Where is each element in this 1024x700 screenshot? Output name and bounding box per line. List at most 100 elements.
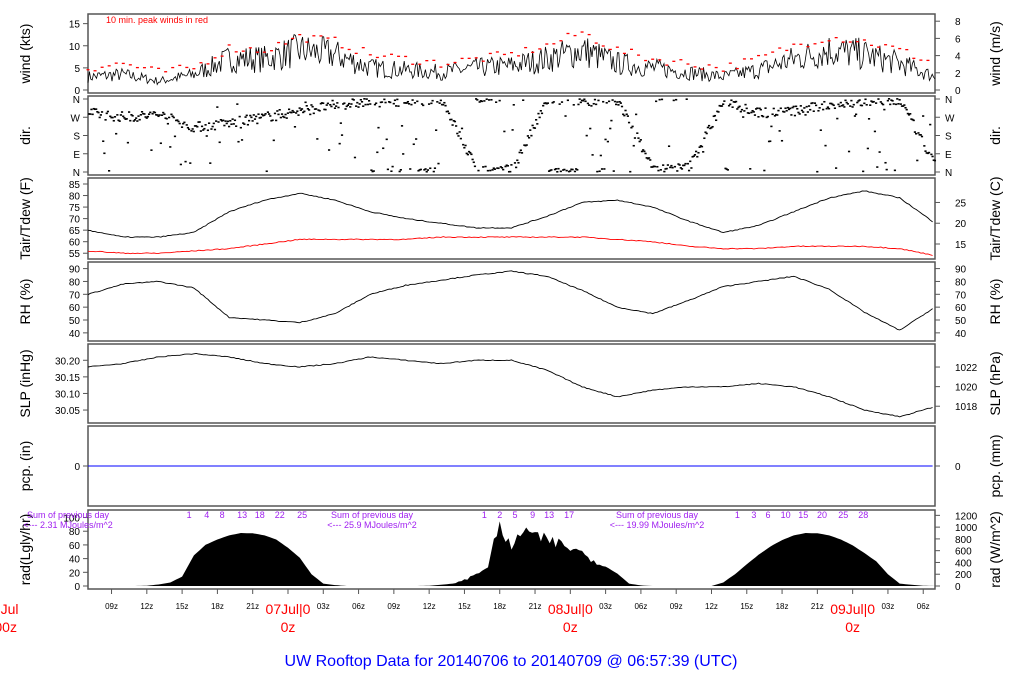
direction-point — [706, 126, 709, 129]
direction-point — [396, 98, 399, 101]
direction-point — [329, 103, 332, 106]
direction-point — [697, 151, 700, 154]
chart-title: UW Rooftop Data for 20140706 to 20140709… — [285, 653, 738, 670]
direction-point — [457, 135, 460, 137]
direction-point — [558, 103, 561, 105]
direction-point — [804, 114, 807, 116]
direction-point — [259, 116, 262, 119]
direction-point — [160, 114, 164, 117]
direction-point — [232, 123, 235, 125]
direction-point — [196, 125, 199, 128]
direction-point — [284, 113, 287, 116]
direction-point — [537, 112, 540, 115]
direction-point — [442, 103, 445, 106]
direction-point — [897, 103, 900, 105]
direction-point — [102, 140, 105, 143]
time-label: 12z — [423, 602, 436, 611]
time-label: 03z — [599, 602, 612, 611]
direction-point — [172, 116, 175, 119]
time-label: 09z — [105, 602, 118, 611]
direction-point — [823, 100, 826, 103]
direction-point — [107, 170, 111, 172]
direction-point — [322, 102, 325, 105]
direction-point — [295, 112, 298, 114]
direction-point — [510, 164, 513, 166]
direction-point — [759, 108, 762, 111]
direction-point — [623, 114, 626, 117]
direction-point — [362, 105, 365, 107]
direction-point — [847, 150, 851, 153]
direction-point — [491, 169, 494, 171]
direction-point — [872, 100, 875, 103]
direction-point — [276, 110, 279, 112]
direction-point — [217, 121, 220, 123]
rh-tick-label-right: 50 — [955, 316, 967, 327]
direction-point — [300, 108, 304, 110]
direction-point — [693, 154, 697, 156]
direction-point — [557, 167, 560, 170]
direction-point — [136, 120, 139, 122]
direction-point — [692, 155, 695, 158]
direction-point — [200, 125, 204, 128]
direction-point — [930, 153, 933, 156]
direction-point — [476, 99, 479, 101]
time-label: 06z — [634, 602, 647, 611]
direction-point — [889, 103, 892, 106]
direction-point — [389, 101, 392, 104]
direction-point — [416, 100, 419, 103]
direction-point — [486, 169, 489, 172]
direction-point — [349, 106, 352, 108]
direction-point — [395, 105, 398, 107]
rh-ylabel-right: RH (%) — [987, 279, 1003, 325]
direction-point — [802, 111, 805, 113]
direction-point — [279, 116, 282, 119]
wind-tick-label: 15 — [69, 20, 81, 31]
direction-point — [577, 103, 580, 106]
direction-point — [616, 101, 619, 103]
direction-point — [550, 169, 553, 171]
rh-tick-label: 60 — [69, 303, 81, 314]
direction-point — [90, 108, 93, 111]
direction-point — [683, 164, 686, 167]
direction-point — [335, 105, 338, 107]
dir-frame — [87, 95, 936, 176]
direction-point — [433, 167, 437, 169]
direction-point — [531, 124, 534, 127]
direction-point — [162, 111, 165, 114]
direction-point — [231, 118, 234, 120]
direction-point — [409, 168, 412, 170]
temp-tick-label: 80 — [69, 192, 81, 203]
direction-point — [451, 124, 454, 126]
direction-point — [717, 111, 720, 113]
direction-point — [305, 105, 308, 107]
direction-point — [843, 106, 846, 108]
temp-tick-label: 55 — [69, 249, 81, 260]
direction-point — [757, 116, 760, 118]
direction-point — [696, 155, 699, 158]
time-label: 18z — [211, 602, 224, 611]
direction-point — [844, 99, 847, 102]
direction-point — [827, 107, 831, 110]
direction-point — [98, 116, 101, 119]
direction-point — [249, 114, 252, 117]
direction-point — [636, 132, 639, 134]
direction-point — [620, 105, 624, 108]
direction-point — [292, 111, 295, 113]
direction-point — [762, 115, 765, 118]
time-label: 09z — [670, 602, 683, 611]
time-label: 21z — [811, 602, 824, 611]
direction-point — [780, 139, 784, 142]
direction-point — [571, 168, 574, 171]
direction-point — [735, 100, 738, 103]
direction-point — [903, 104, 906, 106]
direction-point — [653, 165, 657, 168]
direction-point — [825, 107, 828, 110]
rh-tick-label-right: 60 — [955, 303, 967, 314]
direction-point — [170, 113, 173, 116]
weather-chart: wind (kts) wind (m/s)0510150246810 min. p… — [0, 13, 1003, 670]
direction-point — [290, 111, 293, 114]
direction-point — [599, 154, 602, 157]
direction-point — [659, 169, 662, 171]
direction-point — [482, 166, 485, 168]
daily-sum-value: <--- 25.9 MJoules/m^2 — [327, 520, 417, 530]
